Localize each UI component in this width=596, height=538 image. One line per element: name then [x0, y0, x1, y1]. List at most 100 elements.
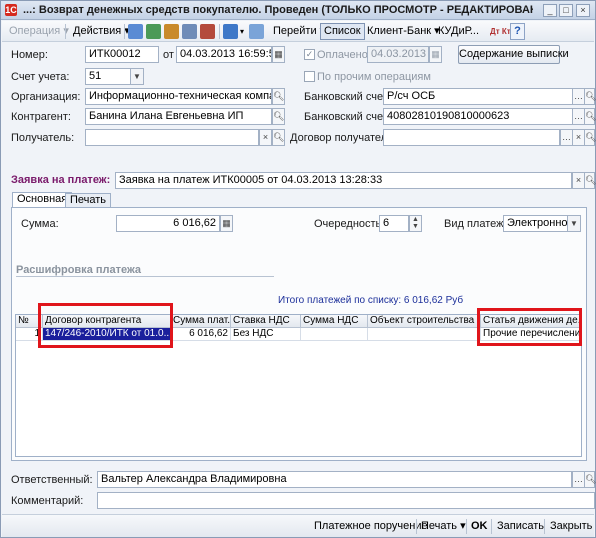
operation-menu[interactable]: Операция ▾: [5, 23, 73, 40]
ok-button[interactable]: OK: [471, 518, 488, 535]
comment-field[interactable]: [97, 492, 595, 509]
recipient-contract-field[interactable]: [383, 129, 560, 146]
payment-request-search-icon[interactable]: 🔍︎: [584, 172, 596, 189]
payment-breakdown-table[interactable]: № Договор контрагента Сумма плат... Став…: [15, 314, 582, 457]
statement-content-button[interactable]: Содержание выписки: [458, 45, 569, 64]
account-select[interactable]: 51 ▼: [85, 68, 144, 85]
save-button[interactable]: Записать: [497, 518, 544, 535]
priority-stepper-icon[interactable]: ▲ ▼: [409, 215, 422, 232]
recipient-label: Получатель:: [11, 132, 75, 144]
footer-separator: [544, 519, 545, 534]
help-icon[interactable]: ?: [510, 23, 525, 40]
document-window: 1C ...: Возврат денежных средств покупат…: [0, 0, 596, 538]
toolbar-separator: [124, 24, 125, 39]
payment-type-value: Электронно: [507, 217, 568, 229]
date-field[interactable]: 04.03.2013 16:59:59: [176, 46, 272, 63]
bank-account-label-1: Банковский счет:: [304, 91, 391, 103]
priority-field[interactable]: 6: [379, 215, 409, 232]
table-cell-cash-flow-article[interactable]: Прочие перечисления: [481, 328, 581, 341]
sum-label: Сумма:: [21, 218, 59, 230]
recipient-contract-search-icon[interactable]: 🔍︎: [584, 129, 596, 146]
list-button[interactable]: Список: [320, 23, 365, 40]
priority-label: Очередность:: [314, 218, 385, 230]
payment-request-label: Заявка на платеж:: [11, 174, 111, 186]
calendar-icon[interactable]: ▦: [272, 46, 285, 63]
client-bank-menu[interactable]: Клиент-Банк ▾: [363, 23, 444, 40]
toolbar-separator: [219, 24, 220, 39]
footer-separator: [416, 519, 417, 534]
column-header-vat-rate[interactable]: Ставка НДС: [231, 315, 301, 328]
structure-icon[interactable]: [223, 24, 238, 39]
post-document-icon[interactable]: [182, 24, 197, 39]
table-cell-vat-sum[interactable]: [301, 328, 368, 341]
paid-date-field: 04.03.2013 16:...: [367, 46, 429, 63]
bank-account-2-search-icon[interactable]: 🔍︎: [584, 108, 596, 125]
contractor-search-icon[interactable]: 🔍︎: [272, 108, 285, 125]
organization-field[interactable]: Информационно-техническая компания ...: [85, 88, 272, 105]
tab-main[interactable]: Основная: [12, 192, 73, 208]
new-document-icon[interactable]: [128, 24, 143, 39]
footer-separator: [491, 519, 492, 534]
breakdown-divider: [16, 276, 274, 277]
paid-checkbox[interactable]: ✓: [304, 49, 315, 60]
payment-request-field[interactable]: Заявка на платеж ИТК00005 от 04.03.2013 …: [115, 172, 572, 189]
payment-type-select[interactable]: Электронно ▼: [503, 215, 581, 232]
minimize-button[interactable]: _: [543, 4, 557, 17]
paid-label: Оплачено:: [317, 49, 371, 61]
column-header-number[interactable]: №: [16, 315, 43, 328]
unpost-document-icon[interactable]: [200, 24, 215, 39]
column-header-contract[interactable]: Договор контрагента: [43, 315, 171, 328]
contractor-field[interactable]: Банина Илана Евгеньевна ИП: [85, 108, 272, 125]
contractor-label: Контрагент:: [11, 111, 71, 123]
edit-document-icon[interactable]: [164, 24, 179, 39]
total-payments-text: Итого платежей по списку: 6 016,62 Руб: [278, 295, 464, 306]
table-cell-vat-rate[interactable]: Без НДС: [231, 328, 301, 341]
title-bar: 1C ...: Возврат денежных средств покупат…: [1, 1, 595, 20]
account-label: Счет учета:: [11, 71, 70, 83]
table-cell-sum[interactable]: 6 016,62: [171, 328, 231, 341]
bank-account-field-2[interactable]: 40802810190810000623: [383, 108, 573, 125]
copy-document-icon[interactable]: [146, 24, 161, 39]
other-operations-checkbox[interactable]: [304, 71, 315, 82]
table-cell-number[interactable]: 1: [16, 328, 43, 341]
responsible-search-icon[interactable]: 🔍︎: [584, 471, 596, 488]
chevron-down-icon[interactable]: ▼: [567, 216, 580, 231]
bank-account-1-search-icon[interactable]: 🔍︎: [584, 88, 596, 105]
table-cell-contract[interactable]: 147/246-2010/ИТК от 01.0...: [43, 328, 171, 341]
organization-search-icon[interactable]: 🔍︎: [272, 88, 285, 105]
sum-field[interactable]: 6 016,62: [116, 215, 220, 232]
column-header-cash-flow-article[interactable]: Статья движения де...: [481, 315, 581, 328]
column-header-sum[interactable]: Сумма плат...: [171, 315, 231, 328]
close-window-button[interactable]: ×: [576, 4, 590, 17]
print-menu-button[interactable]: Печать ▾: [421, 518, 466, 535]
responsible-label: Ответственный:: [11, 474, 93, 486]
column-header-vat-sum[interactable]: Сумма НДС: [301, 315, 368, 328]
footer-separator: [466, 519, 467, 534]
recipient-contract-label: Договор получател...: [290, 132, 397, 144]
recipient-search-icon[interactable]: 🔍︎: [272, 129, 285, 146]
table-cell-construction-object[interactable]: [368, 328, 481, 341]
close-button[interactable]: Закрыть: [550, 518, 592, 535]
maximize-button[interactable]: □: [559, 4, 573, 17]
structure-dropdown-icon[interactable]: ▾: [239, 23, 245, 40]
tab-print[interactable]: Печать: [65, 193, 112, 208]
column-header-construction-object[interactable]: Объект строительства: [368, 315, 481, 328]
number-field[interactable]: ИТК00012: [85, 46, 159, 63]
responsible-field[interactable]: Вальтер Александра Владимировна: [97, 471, 572, 488]
recipient-clear-icon[interactable]: ×: [259, 129, 272, 146]
window-title: ...: Возврат денежных средств покупателю…: [23, 4, 533, 16]
recipient-field[interactable]: [85, 129, 259, 146]
payment-order-button[interactable]: Платежное поручение: [314, 518, 428, 535]
toolbar-separator: [65, 24, 66, 39]
app-logo-icon: 1C: [5, 4, 17, 16]
bank-account-field-1[interactable]: Р/сч ОСБ: [383, 88, 573, 105]
paid-calendar-icon: ▦: [429, 46, 442, 63]
calculator-icon[interactable]: ▦: [220, 215, 233, 232]
chevron-down-icon[interactable]: ▼: [130, 69, 143, 84]
kudir-menu[interactable]: КУДиР...: [434, 23, 483, 40]
toolbar: Операция ▾ Действия ▾ ▾ Перейти ▾ Список…: [2, 21, 594, 42]
breakdown-title: Расшифровка платежа: [16, 264, 142, 276]
account-select-value: 51: [89, 70, 102, 82]
refresh-icon[interactable]: [249, 24, 264, 39]
other-operations-label: По прочим операциям: [317, 71, 431, 83]
